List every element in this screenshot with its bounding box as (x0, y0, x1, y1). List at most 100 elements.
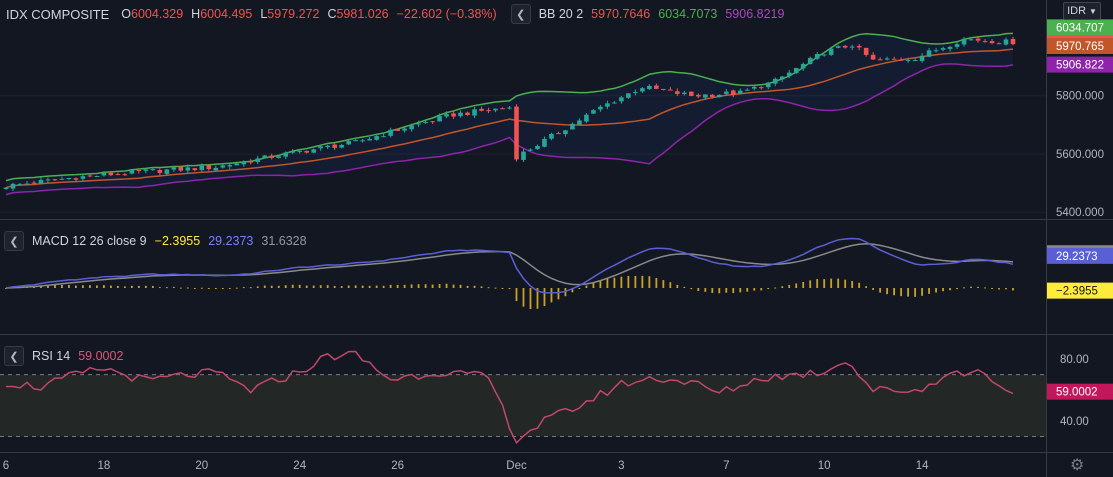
candle-body (94, 176, 100, 178)
macd-histogram-bar (956, 288, 958, 290)
candle-body (164, 169, 170, 174)
candle-body (668, 89, 673, 91)
open-value: 6004.329 (131, 7, 184, 21)
candle-body (416, 123, 421, 125)
macd-histogram-bar (103, 285, 105, 288)
open-label: O (121, 7, 132, 21)
candle-body (178, 166, 184, 171)
macd-histogram-bar (921, 288, 923, 296)
candle-body (814, 54, 820, 59)
candle-body (136, 170, 142, 172)
candle-body (863, 47, 869, 55)
candle-body (647, 85, 652, 90)
macd-value-text: −2.3955 (1056, 286, 1098, 298)
candle-body (171, 167, 177, 170)
rsi-collapse-button[interactable]: ❮ (4, 346, 24, 366)
candle-body (842, 45, 848, 48)
candle-body (703, 94, 708, 98)
candle-body (933, 50, 939, 52)
macd-histogram-bar (970, 286, 972, 288)
bb-collapse-button[interactable]: ❮ (510, 4, 531, 24)
candle-body (17, 183, 23, 185)
candle-body (500, 108, 505, 110)
macd-histogram-bar (242, 287, 245, 289)
bb-upper-value: 6034.7073 (658, 7, 718, 21)
candle-body (507, 107, 512, 109)
macd-histogram-bar (795, 283, 798, 288)
candle-body (514, 106, 519, 160)
candle-body (101, 173, 107, 176)
macd-histogram-bar (235, 287, 238, 289)
candle-body (975, 38, 981, 41)
macd-hist-value: −2.3955 (154, 234, 201, 248)
macd-histogram-bar (984, 287, 986, 289)
macd-histogram-bar (515, 288, 518, 302)
macd-histogram-bar (151, 285, 154, 288)
macd-histogram-bar (914, 288, 916, 297)
candle-body (192, 168, 198, 171)
macd-histogram-bar (340, 286, 343, 288)
macd-histogram-bar (75, 285, 77, 288)
macd-collapse-button[interactable]: ❮ (4, 231, 24, 251)
macd-line-value: 29.2373 (208, 234, 254, 248)
candle-body (765, 82, 771, 88)
time-tick-label: 7 (723, 460, 729, 472)
candle-body (486, 110, 491, 112)
symbol-title: IDX COMPOSITE (6, 6, 110, 22)
candle-body (521, 151, 526, 160)
candle-body (472, 109, 477, 116)
candle-body (605, 103, 610, 107)
macd-histogram-bar (900, 288, 903, 297)
rsi-value-text: 59.0002 (1056, 387, 1098, 399)
candle-body (856, 45, 862, 48)
rsi-value: 59.0002 (78, 349, 124, 363)
macd-histogram-bar (389, 284, 392, 288)
macd-histogram-bar (82, 285, 84, 288)
macd-histogram-bar (277, 285, 280, 288)
macd-histogram-bar (459, 284, 462, 288)
candle-body (304, 150, 310, 153)
macd-histogram-bar (746, 288, 749, 292)
macd-histogram-bar (949, 288, 951, 291)
macd-histogram-bar (431, 284, 434, 288)
candle-body (877, 59, 883, 61)
candle-body (402, 128, 407, 131)
macd-histogram-bar (655, 277, 658, 288)
candle-body (451, 113, 456, 117)
macd-histogram-bar (753, 288, 756, 291)
macd-histogram-bar (193, 288, 196, 289)
candle-body (325, 145, 330, 148)
candle-body (493, 108, 498, 111)
macd-histogram-bar (158, 287, 161, 289)
macd-histogram-bar (473, 285, 476, 288)
macd-histogram-bar (634, 275, 637, 288)
candle-body (115, 174, 121, 176)
candle-body (108, 172, 114, 176)
candle-body (234, 163, 240, 166)
macd-histogram-bar (116, 285, 119, 288)
candle-body (283, 152, 289, 157)
macd-histogram-bar (54, 285, 56, 288)
settings-button[interactable]: ⚙ (1070, 455, 1084, 475)
macd-histogram-bar (844, 279, 847, 288)
candle-body (737, 90, 743, 94)
time-tick-label: 10 (818, 460, 831, 472)
macd-histogram-bar (718, 288, 721, 294)
macd-histogram-bar (228, 288, 231, 289)
candle-body (381, 136, 386, 138)
macd-histogram-bar (130, 285, 133, 288)
candle-body (828, 48, 834, 55)
candle-body (800, 63, 806, 69)
chevron-left-icon: ❮ (516, 8, 526, 21)
candle-body (598, 106, 603, 110)
candle-body (689, 91, 694, 96)
macd-histogram-bar (648, 276, 651, 288)
macd-histogram-bar (438, 283, 441, 288)
candle-body (793, 67, 799, 73)
macd-histogram-bar (585, 285, 588, 288)
macd-histogram-bar (641, 275, 644, 288)
macd-histogram-bar (767, 288, 770, 290)
candle-body (612, 102, 617, 104)
candle-body (563, 130, 568, 135)
currency-selector[interactable]: IDR ▼ (1063, 2, 1101, 20)
